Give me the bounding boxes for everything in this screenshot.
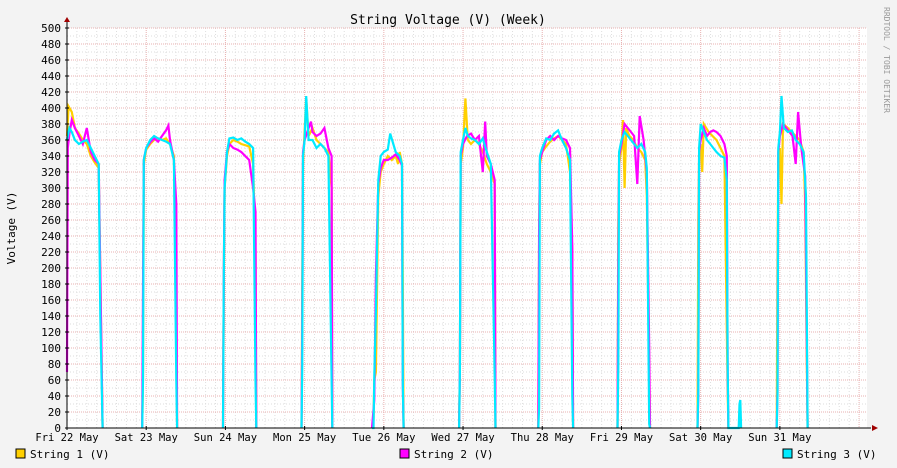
- x-tick-label: Mon 25 May: [273, 432, 336, 444]
- y-tick-label: 260: [41, 214, 61, 227]
- x-tick-label: Sun 31 May: [748, 432, 811, 444]
- x-tick-label: Wed 27 May: [431, 432, 494, 444]
- y-tick-label: 40: [48, 390, 61, 403]
- y-tick-label: 20: [48, 406, 61, 419]
- legend-item-string-2: String 2 (V): [399, 448, 493, 461]
- y-tick-label: 280: [41, 198, 61, 211]
- legend-label-string-3: String 3 (V): [797, 448, 876, 461]
- y-tick-label: 60: [48, 374, 61, 387]
- y-tick-label: 320: [41, 166, 61, 179]
- legend-label-string-1: String 1 (V): [30, 448, 109, 461]
- legend-item-string-1: String 1 (V): [15, 448, 109, 461]
- y-tick-label: 420: [41, 86, 61, 99]
- legend-label-string-2: String 2 (V): [414, 448, 493, 461]
- legend-item-string-3: String 3 (V): [782, 448, 876, 461]
- y-axis-label: Voltage (V): [5, 192, 18, 265]
- x-tick-label: Sat 30 May: [669, 432, 732, 444]
- x-tick-label: Sat 23 May: [115, 432, 178, 444]
- x-tick-label: Thu 28 May: [511, 432, 574, 444]
- y-tick-label: 220: [41, 246, 61, 259]
- x-tick-label: Sun 24 May: [194, 432, 257, 444]
- y-tick-label: 120: [41, 326, 61, 339]
- legend-swatch-string-2: [399, 448, 410, 459]
- legend-swatch-string-1: [15, 448, 26, 459]
- y-tick-label: 360: [41, 134, 61, 147]
- y-tick-label: 180: [41, 278, 61, 291]
- chart-title: String Voltage (V) (Week): [350, 13, 546, 28]
- y-tick-label: 500: [41, 22, 61, 35]
- y-tick-label: 200: [41, 262, 61, 275]
- y-tick-label: 80: [48, 358, 61, 371]
- x-tick-label: Fri 22 May: [35, 432, 98, 444]
- y-tick-label: 100: [41, 342, 61, 355]
- y-tick-label: 440: [41, 70, 61, 83]
- y-tick-label: 380: [41, 118, 61, 131]
- rrd-graph-frame: String Voltage (V) (Week) Voltage (V) RR…: [0, 0, 897, 468]
- y-tick-label: 400: [41, 102, 61, 115]
- y-tick-label: 240: [41, 230, 61, 243]
- legend-swatch-string-3: [782, 448, 793, 459]
- y-tick-label: 460: [41, 54, 61, 67]
- y-tick-label: 340: [41, 150, 61, 163]
- x-tick-label: Fri 29 May: [590, 432, 653, 444]
- y-tick-label: 480: [41, 38, 61, 51]
- x-tick-label: Tue 26 May: [352, 432, 415, 444]
- rrdtool-watermark: RRDTOOL / TOBI OETIKER: [882, 7, 891, 113]
- y-tick-label: 140: [41, 310, 61, 323]
- y-tick-label: 160: [41, 294, 61, 307]
- y-tick-label: 300: [41, 182, 61, 195]
